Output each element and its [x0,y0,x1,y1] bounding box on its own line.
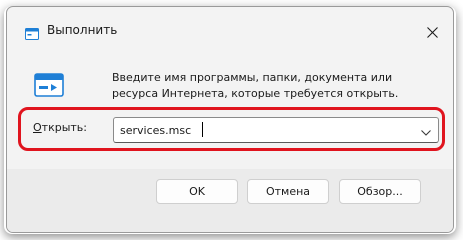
close-button[interactable] [415,18,449,46]
open-label-accesskey: О [33,121,42,134]
run-app-icon [25,25,39,40]
open-label: Открыть: [33,121,87,134]
open-combobox[interactable] [113,117,439,143]
text-cursor [202,122,203,137]
chevron-down-icon [421,121,431,140]
title-bar[interactable]: Выполнить [7,7,453,53]
dropdown-button[interactable] [420,124,432,136]
cancel-button[interactable]: Отмена [247,179,329,204]
open-label-text: ткрыть: [41,121,87,134]
instruction-text: Введите имя программы, папки, документа … [112,71,399,100]
ok-button[interactable]: OK [156,179,238,204]
run-dialog: Выполнить Введите имя программы, папки, … [6,6,454,233]
run-dialog-icon [33,70,67,100]
close-icon [426,23,438,42]
open-input[interactable] [120,122,400,138]
window-title: Выполнить [47,23,118,37]
browse-button[interactable]: Обзор... [339,179,421,204]
